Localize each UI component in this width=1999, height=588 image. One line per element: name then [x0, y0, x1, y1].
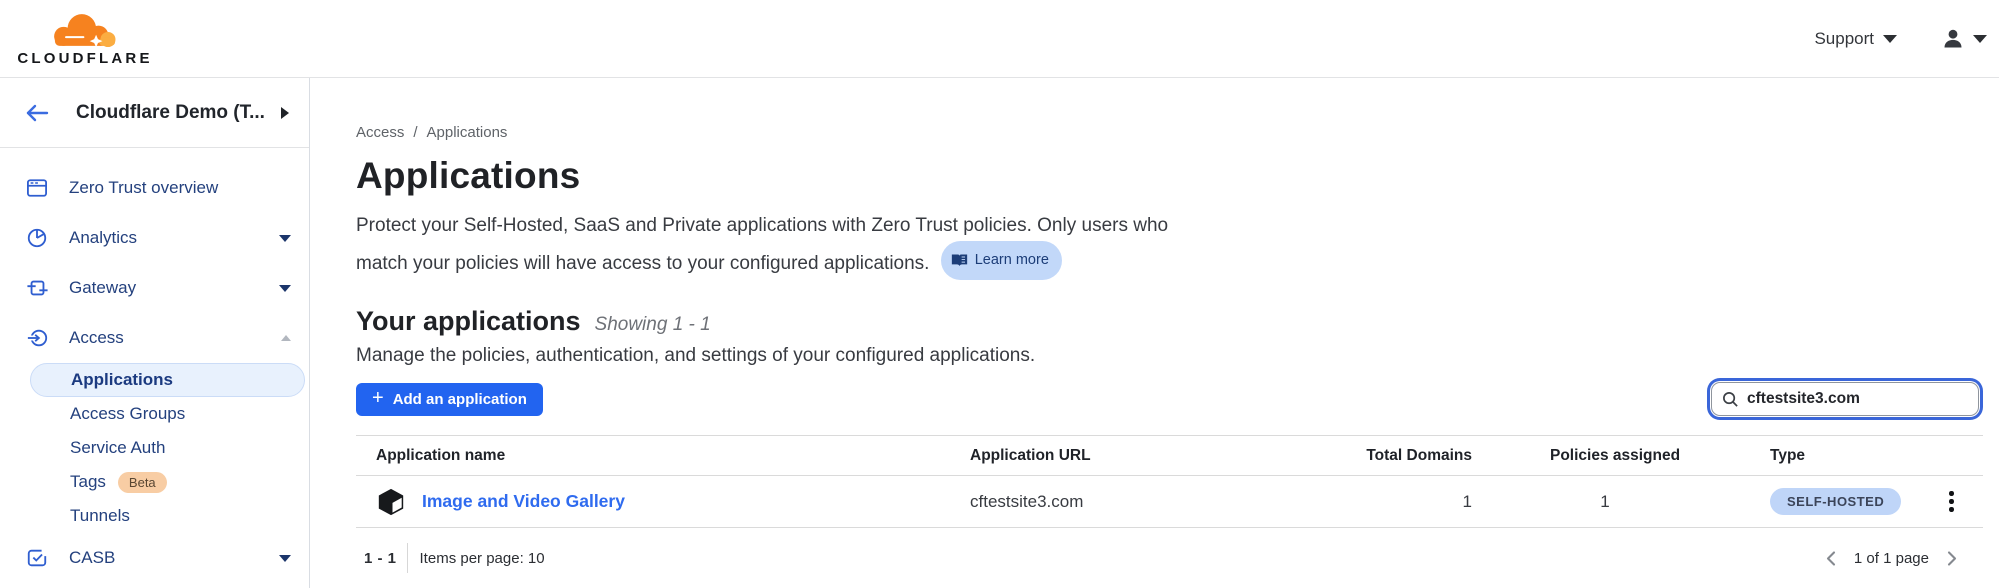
- chevron-down-icon: [279, 235, 291, 242]
- kebab-icon: [1949, 491, 1954, 496]
- sidebar-item-access[interactable]: Access: [0, 313, 309, 363]
- table-header-row: Application name Application URL Total D…: [356, 436, 1983, 476]
- account-header: Cloudflare Demo (T...: [0, 78, 309, 148]
- chevron-down-icon: [279, 285, 291, 292]
- sidebar-subitem-label: Tunnels: [70, 506, 130, 526]
- page-description: Protect your Self-Hosted, SaaS and Priva…: [356, 211, 1983, 280]
- col-application-url: Application URL: [970, 447, 1300, 465]
- cloudflare-cloud-icon: [36, 11, 134, 49]
- application-cube-icon: [376, 487, 406, 517]
- account-name: Cloudflare Demo (T...: [76, 102, 281, 124]
- pie-chart-icon: [25, 227, 49, 249]
- sidebar-item-tunnels[interactable]: Tunnels: [0, 499, 309, 533]
- sidebar-subitem-label: Applications: [71, 370, 173, 390]
- sidebar-item-label: CASB: [69, 548, 279, 568]
- description-line-1: Protect your Self-Hosted, SaaS and Priva…: [356, 215, 1168, 236]
- divider: [407, 543, 408, 573]
- total-domains-value: 1: [1300, 492, 1520, 512]
- user-avatar-icon: [1941, 27, 1965, 51]
- search-box: [1711, 382, 1979, 416]
- window-icon: [25, 178, 49, 198]
- sidebar-item-label: Zero Trust overview: [69, 178, 291, 198]
- chevron-down-icon: [1883, 35, 1897, 43]
- search-input[interactable]: [1747, 390, 1968, 408]
- learn-more-label: Learn more: [975, 245, 1049, 275]
- sidebar-item-applications[interactable]: Applications: [30, 363, 305, 397]
- results-range: 1 - 1: [364, 550, 397, 567]
- application-link[interactable]: Image and Video Gallery: [422, 491, 625, 512]
- col-type: Type: [1690, 447, 1920, 465]
- chevron-up-icon: [281, 335, 291, 341]
- sidebar-item-label: Access: [69, 328, 281, 348]
- col-policies-assigned: Policies assigned: [1520, 447, 1690, 465]
- add-application-button[interactable]: + Add an application: [356, 383, 543, 416]
- sidebar-subitem-label: Service Auth: [70, 438, 165, 458]
- sidebar: Cloudflare Demo (T... Zero Trust overvie…: [0, 78, 310, 588]
- section-description: Manage the policies, authentication, and…: [356, 345, 1983, 367]
- user-menu[interactable]: [1941, 27, 1987, 51]
- main-content: Access / Applications Applications Prote…: [310, 78, 1999, 588]
- sidebar-item-gateway[interactable]: Gateway: [0, 263, 309, 313]
- add-application-label: Add an application: [393, 391, 527, 408]
- sidebar-item-service-auth[interactable]: Service Auth: [0, 431, 309, 465]
- cloudflare-logo: CLOUDFLARE: [18, 11, 152, 67]
- breadcrumb-access[interactable]: Access: [356, 124, 404, 141]
- page-indicator: 1 of 1 page: [1854, 550, 1929, 567]
- sidebar-item-analytics[interactable]: Analytics: [0, 213, 309, 263]
- pagination: 1 - 1 Items per page: 10 1 of 1 page: [356, 543, 1983, 573]
- section-title: Your applications: [356, 306, 581, 337]
- table-row: Image and Video Gallery cftestsite3.com …: [356, 476, 1983, 528]
- next-page-button[interactable]: [1945, 550, 1959, 567]
- cloudflare-wordmark: CLOUDFLARE: [17, 50, 152, 67]
- back-arrow-icon[interactable]: [25, 104, 49, 122]
- sidebar-item-zero-trust-overview[interactable]: Zero Trust overview: [0, 163, 309, 213]
- search-icon: [1722, 391, 1739, 408]
- items-per-page: Items per page: 10: [420, 550, 545, 567]
- applications-table: Application name Application URL Total D…: [356, 435, 1983, 528]
- sidebar-nav: Zero Trust overview Analytics: [0, 148, 309, 583]
- breadcrumb-separator: /: [413, 124, 417, 141]
- beta-badge: Beta: [118, 472, 167, 493]
- top-header: CLOUDFLARE Support: [0, 0, 1999, 78]
- plus-icon: +: [372, 388, 384, 408]
- support-menu[interactable]: Support: [1814, 29, 1897, 49]
- sidebar-subitem-label: Tags: [70, 472, 106, 492]
- chevron-down-icon: [279, 555, 291, 562]
- sidebar-item-access-groups[interactable]: Access Groups: [0, 397, 309, 431]
- page-title: Applications: [356, 155, 1983, 197]
- showing-count: Showing 1 - 1: [595, 314, 711, 336]
- casb-check-icon: [25, 547, 49, 569]
- row-actions-menu[interactable]: [1941, 487, 1962, 516]
- book-icon: [951, 253, 968, 267]
- chevron-down-icon: [1973, 35, 1987, 43]
- sidebar-item-tags[interactable]: Tags Beta: [0, 465, 309, 499]
- gateway-icon: [25, 277, 49, 299]
- learn-more-button[interactable]: Learn more: [941, 241, 1062, 280]
- sidebar-subitem-label: Access Groups: [70, 404, 185, 424]
- breadcrumb-applications[interactable]: Applications: [427, 124, 508, 141]
- sidebar-item-casb[interactable]: CASB: [0, 533, 309, 583]
- policies-assigned-value: 1: [1520, 492, 1690, 512]
- sidebar-item-label: Analytics: [69, 228, 279, 248]
- type-badge: SELF-HOSTED: [1770, 488, 1901, 515]
- col-total-domains: Total Domains: [1300, 447, 1520, 465]
- col-application-name: Application name: [356, 447, 970, 465]
- sidebar-item-label: Gateway: [69, 278, 279, 298]
- account-expand-icon[interactable]: [281, 107, 289, 119]
- access-arrow-icon: [25, 327, 49, 349]
- previous-page-button[interactable]: [1824, 550, 1838, 567]
- support-label: Support: [1814, 29, 1874, 49]
- application-url: cftestsite3.com: [970, 492, 1300, 512]
- description-line-2: match your policies will have access to …: [356, 253, 929, 274]
- breadcrumb: Access / Applications: [356, 124, 1983, 141]
